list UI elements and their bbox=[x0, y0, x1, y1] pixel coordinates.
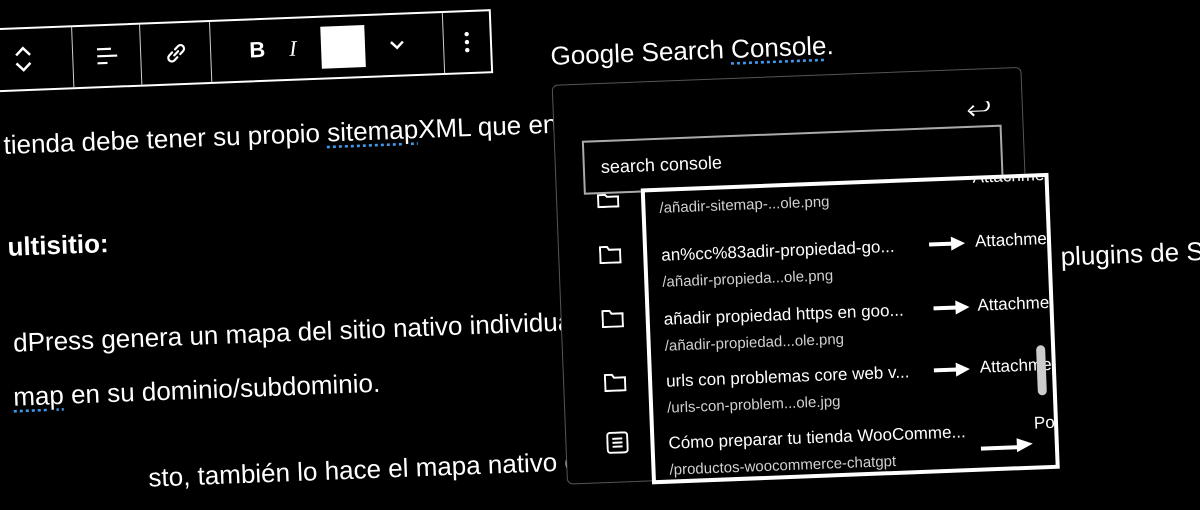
block-options-button[interactable] bbox=[464, 31, 471, 53]
link-button[interactable] bbox=[163, 41, 188, 66]
folder-icon bbox=[596, 193, 620, 209]
list-icon bbox=[606, 431, 629, 454]
suggestion-type: Attachment bbox=[974, 228, 1060, 251]
suggestions-scrollbar[interactable] bbox=[1036, 345, 1047, 396]
text-fragment: tienda debe tener su propio bbox=[2, 117, 328, 160]
paragraph-line-5: map en su dominio/subdominio. bbox=[13, 368, 381, 413]
paragraph-line-2: tienda debe tener su propio sitemapXML q… bbox=[3, 106, 627, 161]
italic-button[interactable]: I bbox=[289, 36, 297, 62]
spellcheck-word: Console bbox=[730, 30, 828, 64]
link-popover: search console Attachment /añadir-sitema… bbox=[551, 66, 1060, 485]
align-button[interactable] bbox=[95, 45, 120, 66]
link-icon bbox=[166, 44, 185, 63]
arrow-right-icon bbox=[928, 236, 966, 251]
suggestion-type: Attachment bbox=[979, 354, 1060, 377]
text-fragment: en su dominio/subdominio. bbox=[63, 367, 381, 410]
link-suggestions-list: Attachment /añadir-sitemap-...ole.png an… bbox=[640, 172, 1060, 485]
text-fragment: . bbox=[825, 30, 835, 61]
align-icon bbox=[96, 47, 117, 65]
spellcheck-word: map bbox=[12, 379, 65, 412]
search-value: search console bbox=[600, 151, 723, 177]
more-vertical-icon bbox=[464, 31, 470, 53]
heading-multisitio: ultisitio: bbox=[6, 228, 110, 262]
more-format-button[interactable] bbox=[388, 40, 404, 51]
move-arrows[interactable] bbox=[14, 45, 33, 74]
suggestion-item-3[interactable]: añadir propiedad https en goo... Attachm… bbox=[663, 292, 1060, 354]
chevron-down-icon[interactable] bbox=[14, 61, 32, 74]
format-group: B I bbox=[209, 13, 446, 82]
suggestion-type: Attachment bbox=[977, 292, 1060, 315]
folder-icon bbox=[603, 373, 627, 393]
chevron-up-icon[interactable] bbox=[14, 45, 32, 58]
suggestion-type: Post bbox=[1033, 412, 1060, 433]
suggestion-url: /añadir-sitemap-...ole.png bbox=[659, 193, 830, 217]
arrow-right-icon bbox=[933, 300, 970, 315]
folder-icon bbox=[601, 309, 625, 329]
text-fragment: Google Search bbox=[549, 33, 732, 71]
suggestion-type: Attachment bbox=[972, 172, 1059, 187]
move-group bbox=[0, 27, 75, 92]
paragraph-line-4: dPress genera un mapa del sitio nativo i… bbox=[12, 306, 579, 358]
editor-scene: B I Google Search Console. tienda debe t… bbox=[0, 0, 1200, 496]
suggestion-item-4[interactable]: urls con problemas core web v... Attachm… bbox=[666, 354, 1060, 416]
folder-icon bbox=[598, 245, 622, 265]
arrow-right-icon bbox=[980, 438, 1033, 453]
chevron-down-icon bbox=[389, 40, 404, 50]
spellcheck-word: sitemap bbox=[326, 114, 419, 148]
arrow-right-icon bbox=[933, 362, 970, 377]
bold-button[interactable]: B bbox=[249, 37, 266, 64]
suggestion-item-5[interactable]: Cómo preparar tu tienda WooComme... Post… bbox=[668, 412, 1060, 478]
block-toolbar: B I bbox=[0, 9, 494, 94]
highlight-color-button[interactable] bbox=[319, 25, 366, 69]
paragraph-line-4-right: plugins de SEO bbox=[1060, 234, 1200, 272]
link-group bbox=[140, 21, 213, 85]
align-group bbox=[72, 24, 143, 88]
enter-icon[interactable] bbox=[966, 101, 993, 124]
paragraph-line-1: Google Search Console. bbox=[550, 30, 834, 72]
options-group bbox=[443, 11, 491, 73]
suggestion-item-2[interactable]: an%cc%83adir-propiedad-go... Attachment … bbox=[661, 228, 1060, 290]
